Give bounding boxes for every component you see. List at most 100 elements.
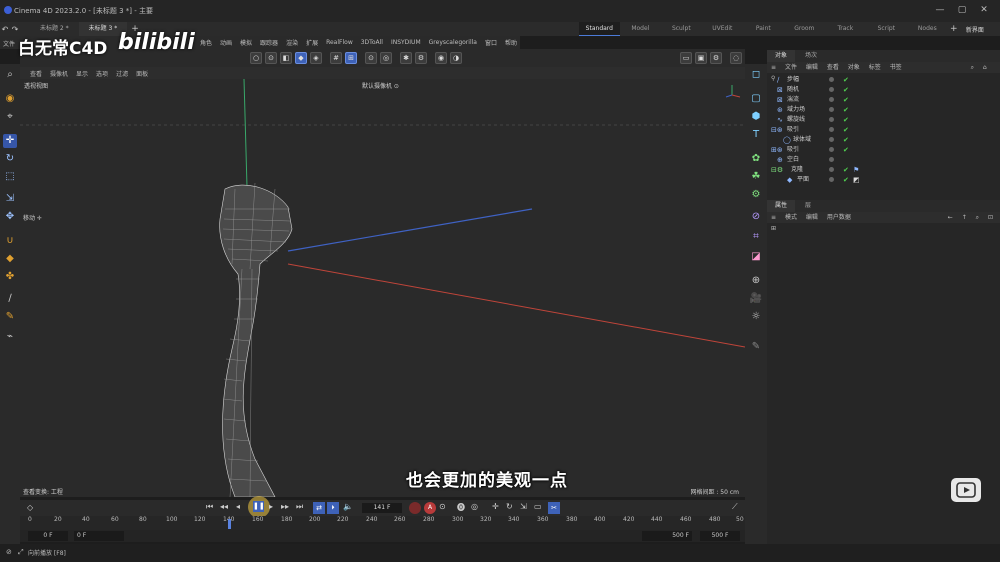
viewport-menu-item[interactable]: 显示 <box>76 69 88 78</box>
menu-item[interactable]: 窗口 <box>485 38 497 47</box>
start-frame-field[interactable]: 0 F <box>28 531 68 541</box>
next-key-icon[interactable]: ▸▸ <box>281 502 289 511</box>
object-row[interactable]: ⊞⊛ 吸引 ✔ <box>767 145 1000 155</box>
timeline-curve-icon[interactable]: ⟋ <box>732 502 738 512</box>
new-layout-button[interactable]: 新界面 <box>966 25 984 34</box>
edit-icon[interactable]: ✎ <box>749 340 763 354</box>
go-to-start-icon[interactable]: ⏮ <box>206 502 213 512</box>
loop-icon[interactable]: ⇄ <box>313 502 325 514</box>
min-frame-field[interactable]: 0 F <box>74 531 124 541</box>
menu-item[interactable]: 3DToAll <box>361 39 383 46</box>
deformer-icon[interactable]: ⊘ <box>749 210 763 224</box>
rotate-tool-icon[interactable]: ↻ <box>3 152 17 166</box>
scale-key-icon[interactable]: ✛ <box>492 502 499 511</box>
search-icon[interactable]: ⌕ <box>3 68 17 82</box>
menu-item[interactable]: Greyscalegorilla <box>429 39 477 46</box>
snap-icon[interactable]: ⊞ <box>345 52 357 64</box>
prev-key-icon[interactable]: ◂◂ <box>220 502 228 511</box>
render-region-icon[interactable]: ◉ <box>435 52 447 64</box>
knife-icon[interactable]: ✎ <box>3 310 17 324</box>
menu-item[interactable]: 模拟 <box>240 38 252 47</box>
object-menu-item[interactable]: 对象 <box>848 64 860 71</box>
scale-tool-icon[interactable]: ⬚ <box>3 170 17 184</box>
object-mode-icon[interactable]: ○ <box>250 52 262 64</box>
layout-tab-standard[interactable]: Standard <box>578 22 620 36</box>
add-layout-icon[interactable]: + <box>948 24 960 34</box>
object-row[interactable]: ⊛ 域力场 ✔ <box>767 105 1000 115</box>
timeline-snap-icon[interactable]: ✂ <box>548 502 560 514</box>
layout-tab-model[interactable]: Model <box>620 22 661 36</box>
pause-button[interactable]: ❚❚ <box>253 501 265 512</box>
object-row[interactable]: ◯ 球体域 ✔ <box>767 135 1000 145</box>
timeline-ruler[interactable]: 0 20 40 60 80 100 120 140 160 180 200 22… <box>20 516 745 530</box>
attr-menu-hamburger-icon[interactable]: ≡ <box>771 214 776 221</box>
end-frame-field[interactable]: 500 F <box>700 531 740 541</box>
keyframe-selection-icon[interactable]: ⊙ <box>439 502 446 511</box>
tweak-icon[interactable]: ✱ <box>400 52 412 64</box>
settings-icon[interactable]: ⊞ <box>771 225 776 232</box>
next-frame-icon[interactable]: ▸ <box>269 502 273 511</box>
solo-icon[interactable]: ⚙ <box>415 52 427 64</box>
light-icon[interactable]: ☼ <box>749 310 763 324</box>
fps-icon[interactable]: ⏵ <box>327 502 339 514</box>
attr-menu-item[interactable]: 模式 <box>785 214 797 221</box>
generator-icon[interactable]: ✿ <box>749 152 763 166</box>
close-icon[interactable]: ✕ <box>972 5 996 15</box>
autokey-icon[interactable]: A <box>424 502 436 514</box>
layout-tab-groom[interactable]: Groom <box>784 22 825 36</box>
brush-icon[interactable]: ∕ <box>3 292 17 306</box>
menu-item[interactable]: 角色 <box>200 38 212 47</box>
menu-item[interactable]: 动画 <box>220 38 232 47</box>
expand-icon[interactable]: ⤢ <box>18 548 24 557</box>
object-menu-item[interactable]: 书签 <box>890 64 902 71</box>
camera-label[interactable]: 默认摄像机 ⊙ <box>362 81 399 90</box>
back-icon[interactable]: ← <box>948 214 953 221</box>
magnet-icon[interactable]: ∪ <box>3 234 17 248</box>
object-row[interactable]: ⊠ 随机 ✔ <box>767 85 1000 95</box>
weld-icon[interactable]: ⌁ <box>3 330 17 344</box>
edge-mode-icon[interactable]: ◧ <box>280 52 292 64</box>
sound-icon[interactable]: 🔈 <box>343 502 353 511</box>
object-menu-item[interactable]: 编辑 <box>806 64 818 71</box>
selection-tool-icon[interactable]: ⌖ <box>3 110 17 124</box>
paint-icon[interactable]: ◆ <box>3 252 17 266</box>
home-icon[interactable]: ⌂ <box>983 64 987 71</box>
position-key-icon[interactable]: ⓿ <box>457 502 465 513</box>
polygon-mode-icon[interactable]: ◆ <box>295 52 307 64</box>
axis-tool-icon[interactable]: ⇲ <box>3 192 17 206</box>
field-group-icon[interactable]: ⌗ <box>749 230 763 244</box>
lock-icon[interactable]: ⊡ <box>988 214 993 221</box>
render-view-icon[interactable]: ◑ <box>450 52 462 64</box>
record-icon[interactable] <box>409 502 421 514</box>
maximize-icon[interactable]: ▢ <box>950 5 974 15</box>
object-row[interactable]: ◆ 平面 ✔ ◩ <box>767 175 1000 185</box>
undo-icon[interactable]: ↶ <box>0 25 10 34</box>
transform-tool-icon[interactable]: ✥ <box>3 210 17 224</box>
max-frame-field[interactable]: 500 F <box>642 531 692 541</box>
spline-group-icon[interactable]: ◪ <box>749 250 763 264</box>
scene-icon[interactable]: ⊕ <box>749 274 763 288</box>
up-icon[interactable]: ↑ <box>962 214 967 221</box>
layout-tab-paint[interactable]: Paint <box>743 22 784 36</box>
axis-icon[interactable]: ◎ <box>380 52 392 64</box>
object-row[interactable]: ∿ 螺旋线 ✔ <box>767 115 1000 125</box>
go-to-end-icon[interactable]: ⏭ <box>296 502 303 512</box>
viewport-menu-item[interactable]: 过滤 <box>116 69 128 78</box>
menu-item-file[interactable]: 文件 <box>0 36 20 49</box>
layout-tab-track[interactable]: Track <box>825 22 866 36</box>
point-mode-icon[interactable]: ⊙ <box>265 52 277 64</box>
tab-objects[interactable]: 对象 <box>767 50 796 62</box>
rotation-key-icon[interactable]: ◎ <box>471 502 478 511</box>
attr-menu-item[interactable]: 用户数据 <box>827 214 851 221</box>
menu-item[interactable]: 扩展 <box>306 38 318 47</box>
object-row[interactable]: ∕ 步幅 ✔ <box>767 75 1000 85</box>
point-level-icon[interactable]: ▭ <box>534 502 542 511</box>
workplane-icon[interactable]: ⊙ <box>365 52 377 64</box>
cube-icon[interactable]: ▢ <box>749 92 763 106</box>
primitive-icon[interactable]: ⬢ <box>749 110 763 124</box>
attr-menu-item[interactable]: 编辑 <box>806 214 818 221</box>
layout-tab-nodes[interactable]: Nodes <box>907 22 948 36</box>
search-icon[interactable]: ⌕ <box>976 214 979 221</box>
viewport[interactable]: 透视视图 默认摄像机 ⊙ 移动 ✛ 查看变换: 工程 网格间距 : 50 cm <box>20 79 745 497</box>
cube-icon-top[interactable]: ◻ <box>749 68 763 82</box>
